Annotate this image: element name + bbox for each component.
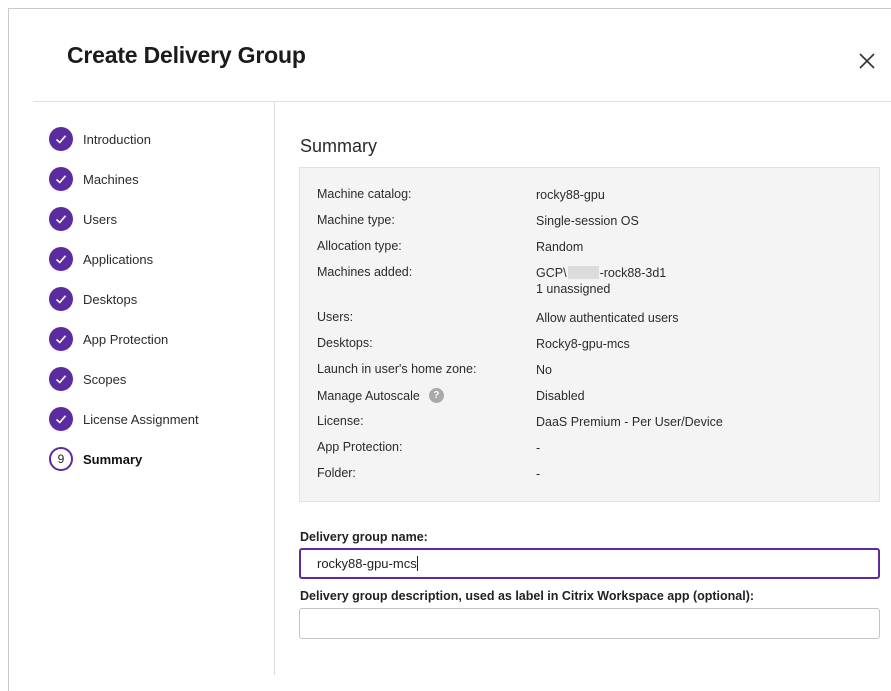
step-number-icon: 9 bbox=[49, 447, 73, 471]
summary-key: Machine catalog: bbox=[317, 187, 412, 201]
checkmark-icon bbox=[49, 127, 73, 151]
step-users[interactable]: Users bbox=[49, 206, 269, 232]
summary-value: Allow authenticated users bbox=[536, 311, 679, 325]
step-label: Applications bbox=[83, 251, 154, 267]
close-icon bbox=[859, 53, 875, 69]
group-description-label: Delivery group description, used as labe… bbox=[300, 589, 755, 603]
summary-value: DaaS Premium - Per User/Device bbox=[536, 415, 723, 429]
step-label: Machines bbox=[83, 171, 139, 187]
step-label: License Assignment bbox=[83, 411, 199, 427]
step-machines[interactable]: Machines bbox=[49, 166, 269, 192]
summary-key: Launch in user's home zone: bbox=[317, 362, 477, 376]
machine-name-suffix: -rock88-3d1 bbox=[599, 266, 667, 280]
summary-key: License: bbox=[317, 414, 364, 428]
summary-key: Manage Autoscale ? bbox=[317, 388, 444, 403]
group-name-value: rocky88-gpu-mcs bbox=[317, 556, 417, 571]
checkmark-icon bbox=[49, 287, 73, 311]
step-summary[interactable]: 9 Summary bbox=[49, 446, 269, 472]
checkmark-icon bbox=[49, 327, 73, 351]
step-introduction[interactable]: Introduction bbox=[49, 126, 269, 152]
header-divider bbox=[33, 101, 891, 102]
step-label: Scopes bbox=[83, 371, 127, 387]
group-name-input[interactable]: rocky88-gpu-mcs bbox=[299, 548, 880, 579]
summary-key-text: Manage Autoscale bbox=[317, 388, 420, 403]
summary-value: - bbox=[536, 467, 541, 481]
step-label: App Protection bbox=[83, 331, 169, 347]
step-label: Introduction bbox=[83, 131, 151, 147]
create-delivery-group-dialog: Create Delivery Group Introduction Machi… bbox=[8, 8, 891, 691]
summary-key: Allocation type: bbox=[317, 239, 402, 253]
summary-panel: Machine catalog: rocky88-gpu Machine typ… bbox=[299, 167, 880, 502]
checkmark-icon bbox=[49, 247, 73, 271]
summary-key: Desktops: bbox=[317, 336, 373, 350]
step-desktops[interactable]: Desktops bbox=[49, 286, 269, 312]
text-caret bbox=[416, 556, 418, 571]
step-app-protection[interactable]: App Protection bbox=[49, 326, 269, 352]
help-icon[interactable]: ? bbox=[428, 388, 444, 403]
step-label: Summary bbox=[83, 451, 143, 467]
group-description-input[interactable] bbox=[299, 608, 880, 639]
sidebar-divider bbox=[274, 102, 275, 675]
summary-value: Rocky8-gpu-mcs bbox=[536, 337, 630, 351]
summary-key: Folder: bbox=[317, 466, 356, 480]
machines-unassigned: 1 unassigned bbox=[536, 282, 611, 296]
section-title: Summary bbox=[300, 136, 378, 156]
summary-key: Machine type: bbox=[317, 213, 395, 227]
summary-value: Single-session OS bbox=[536, 214, 639, 228]
summary-value: No bbox=[536, 363, 552, 377]
close-button[interactable] bbox=[855, 49, 879, 73]
summary-key: App Protection: bbox=[317, 440, 403, 454]
checkmark-icon bbox=[49, 407, 73, 431]
group-name-label: Delivery group name: bbox=[300, 530, 428, 544]
step-scopes[interactable]: Scopes bbox=[49, 366, 269, 392]
step-applications[interactable]: Applications bbox=[49, 246, 269, 272]
summary-key: Machines added: bbox=[317, 265, 413, 279]
checkmark-icon bbox=[49, 207, 73, 231]
summary-value: Disabled bbox=[536, 389, 585, 403]
checkmark-icon bbox=[49, 167, 73, 191]
summary-key: Users: bbox=[317, 310, 354, 324]
summary-value: GCP\ -rock88-3d1 1 unassigned bbox=[536, 265, 666, 297]
redacted-block bbox=[567, 266, 599, 279]
checkmark-icon bbox=[49, 367, 73, 391]
machine-domain-prefix: GCP\ bbox=[536, 266, 567, 280]
summary-value: - bbox=[536, 441, 541, 455]
step-label: Users bbox=[83, 211, 117, 227]
summary-value: rocky88-gpu bbox=[536, 188, 605, 202]
step-label: Desktops bbox=[83, 291, 138, 307]
step-license-assignment[interactable]: License Assignment bbox=[49, 406, 269, 432]
dialog-title: Create Delivery Group bbox=[67, 42, 306, 68]
summary-value: Random bbox=[536, 240, 584, 254]
